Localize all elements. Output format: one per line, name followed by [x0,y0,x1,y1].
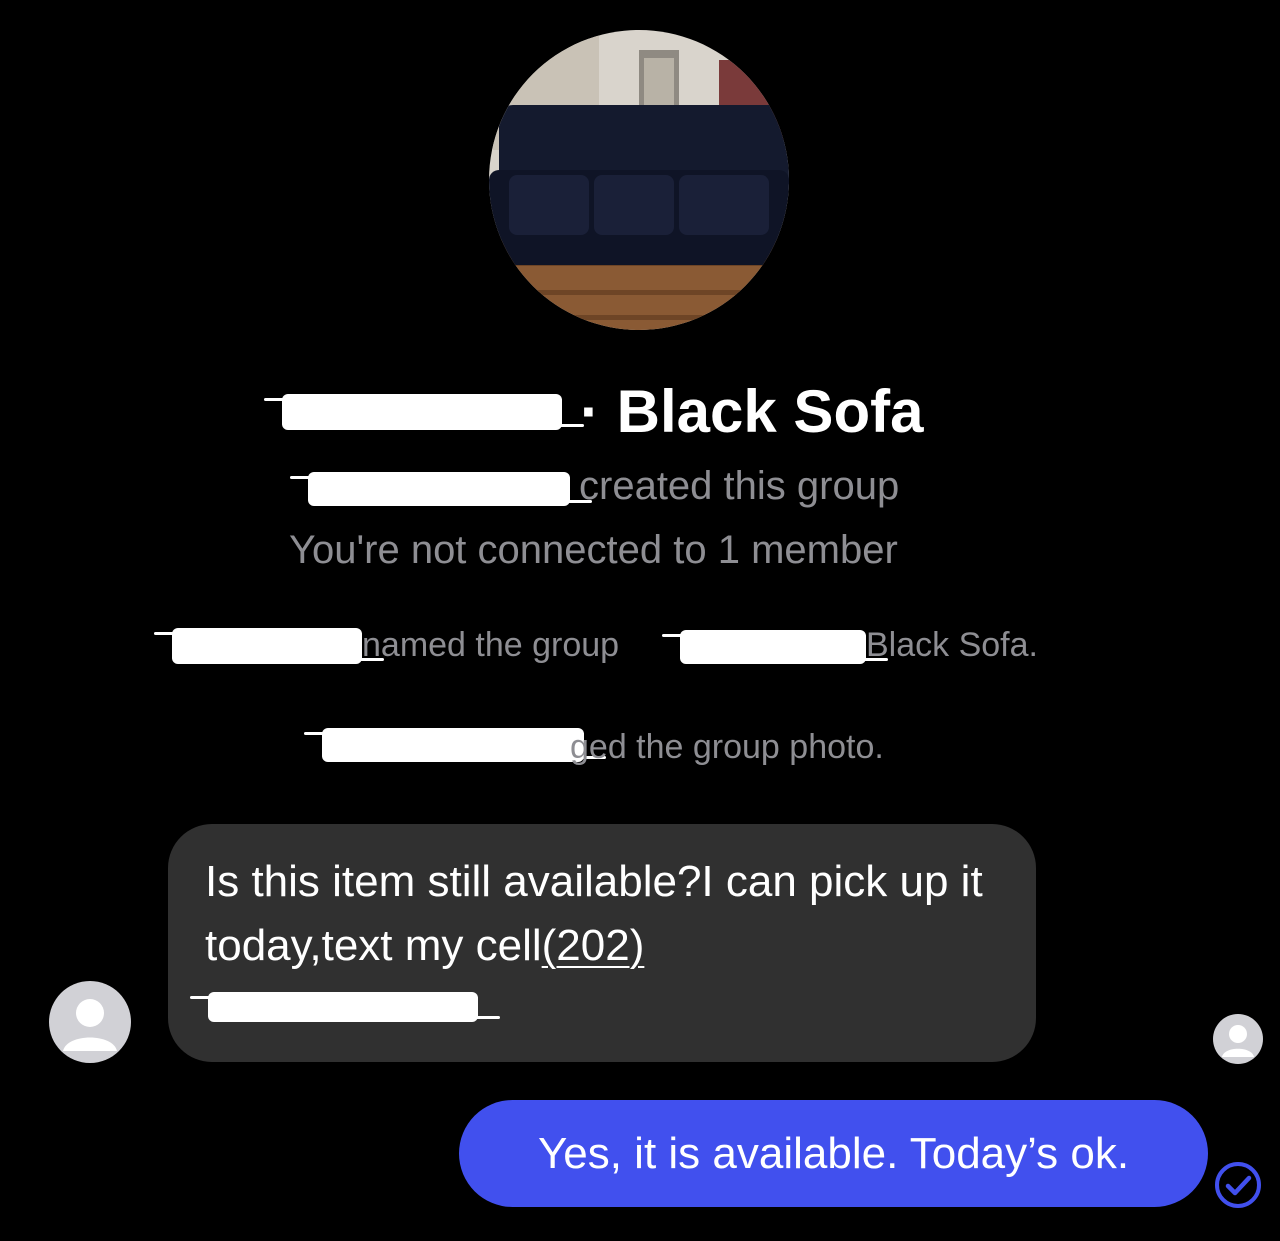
group-title-row: · Black Sofa [0,372,1280,452]
person-placeholder-icon [63,999,117,1051]
redacted-creator [290,472,592,506]
group-title: · Black Sofa [580,372,923,452]
sender-avatar[interactable] [49,981,131,1063]
seen-by-avatar [1213,1014,1263,1064]
redacted-phone-number [190,992,500,1022]
renamed-group-new-name: Black Sofa. [866,626,1038,664]
not-connected-text: You're not connected to 1 member [289,528,898,572]
incoming-message-bubble[interactable]: Is this item still available?I can pick … [168,824,1036,1062]
name-separator: · [580,378,600,445]
photo-changed-text: ged the group photo. [570,728,884,766]
sofa-photo-image [489,30,789,330]
outgoing-message-bubble[interactable]: Yes, it is available. Today’s ok. [459,1100,1208,1207]
incoming-message-text: Is this item still available?I can pick … [205,850,1005,978]
redacted-renamer [154,628,384,664]
check-circle-icon [1215,1162,1261,1208]
renamed-group-text: named the group [362,626,620,664]
group-name: Black Sofa [616,378,924,445]
person-placeholder-icon [1222,1025,1254,1057]
phone-number-link[interactable]: (202) [542,921,645,970]
redacted-photo-changer [304,728,606,762]
created-group-text: created this group [579,464,900,508]
redacted-name [264,394,584,430]
group-photo[interactable] [489,30,789,330]
redacted-old-name [662,630,888,664]
outgoing-message-text: Yes, it is available. Today’s ok. [537,1129,1130,1178]
